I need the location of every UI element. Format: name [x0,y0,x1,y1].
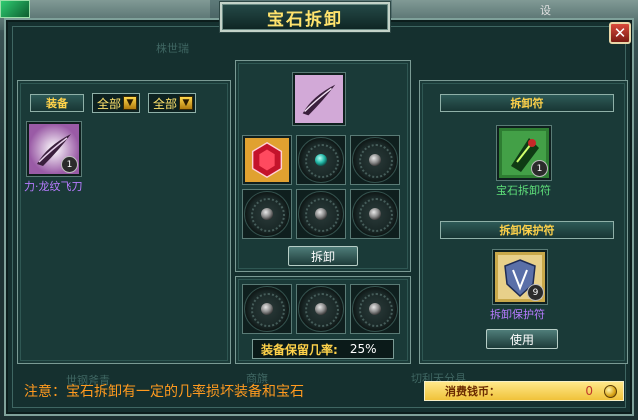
equipment-tab[interactable]: 装备 [30,94,84,112]
output-slot-2[interactable] [296,284,346,334]
warning-notice: 注意：宝石拆卸有一定的几率损坏装备和宝石 [24,384,304,400]
equipment-panel: 装备 全部 ▼ 全部 ▼ 1 力·龙纹飞刀 [17,80,231,364]
retention-rate-bar: 装备保留几率: 25% [252,339,394,359]
gem-slot-1[interactable] [242,135,292,185]
empty-socket-icon [352,191,398,237]
gem-slot-3[interactable] [350,135,400,185]
dropdown-value: 全部 [153,96,178,111]
close-icon[interactable]: ✕ [609,22,631,44]
item-count-badge: 9 [527,284,544,301]
retention-value: 25% [349,342,377,356]
quality-filter-dropdown[interactable]: 全部 ▼ [148,93,196,113]
gem-socket-panel: 拆卸 [235,60,411,272]
minimap-corner-icon[interactable] [0,0,30,18]
talisman-panel: 拆卸符 1 宝石拆卸符 拆卸保护符 9 拆卸保护符 使用 [419,80,628,364]
equipment-item-name: 力·龙纹飞刀 [24,180,83,193]
remove-gem-button[interactable]: 拆卸 [288,246,358,266]
output-slot-1[interactable] [242,284,292,334]
protection-talisman-header: 拆卸保护符 [440,221,614,239]
empty-socket-icon [352,286,398,332]
cost-value: 0 [585,384,593,398]
teal-socket-icon [298,137,344,183]
background-faint-text: 株世瑞 [156,42,189,55]
background-label: 设 [540,4,551,17]
equipment-item-slot[interactable]: 1 [26,121,82,177]
use-button[interactable]: 使用 [486,329,558,349]
gem-slot-6[interactable] [350,189,400,239]
gem-slot-4[interactable] [242,189,292,239]
ruby-gem-icon [245,138,289,182]
cost-label: 消费钱币： [445,385,500,398]
gem-slot-2[interactable] [296,135,346,185]
dropdown-arrow-icon: ▼ [179,96,193,110]
coin-icon [604,385,617,398]
window-title: 宝石拆卸 [220,2,390,32]
output-slot-3[interactable] [350,284,400,334]
dropdown-value: 全部 [97,96,122,111]
item-count-badge: 1 [531,160,548,177]
dropdown-arrow-icon: ▼ [123,96,137,110]
gem-removal-window: 株世瑞 世钢斧青 商旗 切利天分县 装备 全部 ▼ 全部 ▼ 1 力·龙纹飞刀 [4,18,634,416]
empty-socket-icon [298,286,344,332]
retention-label: 装备保留几率: [261,342,338,357]
empty-socket-icon [244,191,290,237]
category-filter-dropdown[interactable]: 全部 ▼ [92,93,140,113]
removal-talisman-slot[interactable]: 1 [496,125,552,181]
protection-talisman-name: 拆卸保护符 [490,308,545,321]
removal-talisman-header: 拆卸符 [440,94,614,112]
protection-talisman-slot[interactable]: 9 [492,249,548,305]
removal-talisman-name: 宝石拆卸符 [496,184,551,197]
output-panel: 装备保留几率: 25% [235,276,411,364]
item-count-badge: 1 [61,156,78,173]
empty-socket-icon [244,286,290,332]
gem-slot-5[interactable] [296,189,346,239]
flying-knife-icon [295,75,343,123]
empty-socket-icon [352,137,398,183]
cost-display: 消费钱币： 0 [424,381,624,401]
selected-equipment-slot[interactable] [292,72,346,126]
empty-socket-icon [298,191,344,237]
